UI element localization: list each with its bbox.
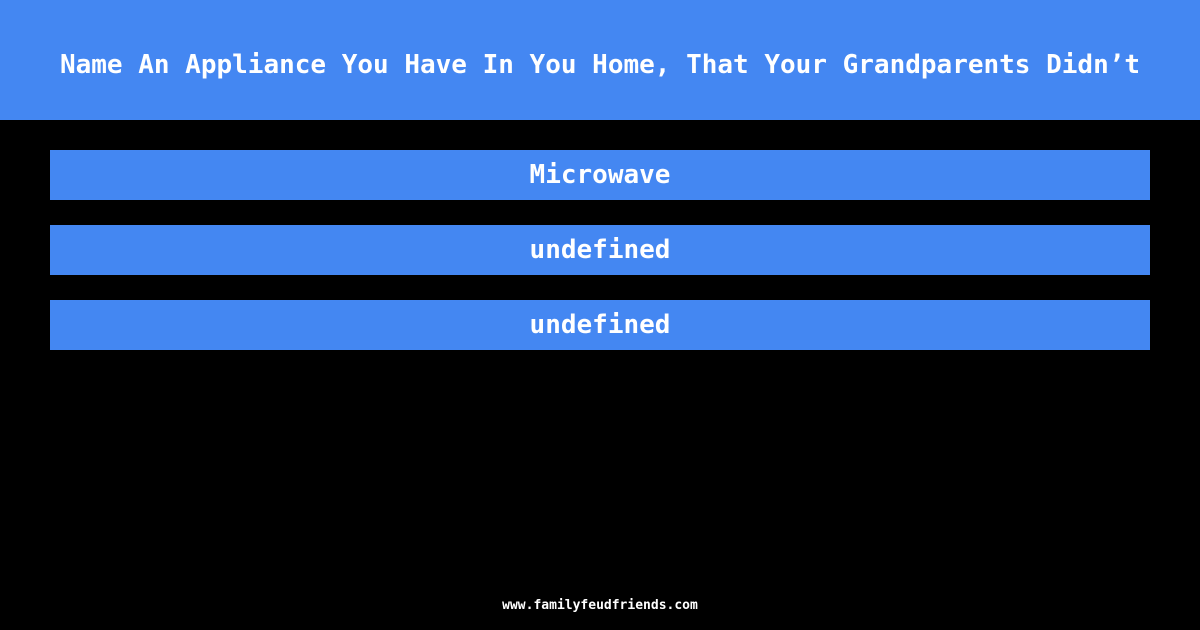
answer-bar: undefined (50, 225, 1150, 275)
answer-text: undefined (529, 235, 671, 265)
question-text: Name An Appliance You Have In You Home, … (59, 50, 1141, 80)
answer-text: Microwave (529, 160, 671, 190)
answer-bar: undefined (50, 300, 1150, 350)
answer-text: undefined (529, 310, 671, 340)
site-url: www.familyfeudfriends.com (502, 598, 698, 613)
answer-bar: Microwave (50, 150, 1150, 200)
question-banner: Name An Appliance You Have In You Home, … (0, 0, 1200, 120)
